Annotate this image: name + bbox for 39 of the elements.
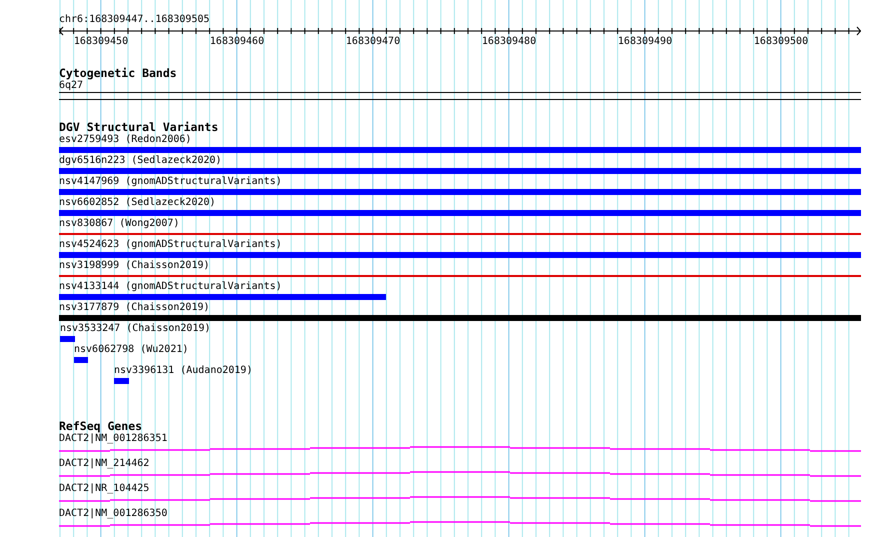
feature-line[interactable] — [59, 233, 861, 235]
track-title: DGV Structural Variants — [59, 121, 218, 134]
tick-label: 168309470 — [346, 36, 400, 48]
feature-label: nsv3396131 (Audano2019) — [114, 365, 252, 377]
band-label: 6q27 — [59, 80, 84, 92]
feature-label: dgv6516n223 (Sedlazeck2020) — [59, 155, 222, 167]
feature-bar[interactable] — [59, 147, 861, 153]
feature-label: nsv3198999 (Chaisson2019) — [59, 260, 210, 272]
feature-line[interactable] — [59, 275, 861, 277]
feature-label: nsv830867 (Wong2007) — [59, 218, 180, 230]
feature-label: nsv4524623 (gnomADStructuralVariants) — [59, 239, 282, 251]
tick-label: 168309490 — [618, 36, 672, 48]
gene-label: DACT2|NM_001286350 — [59, 508, 168, 520]
feature-bar[interactable] — [114, 378, 129, 384]
tick-label: 168309500 — [754, 36, 808, 48]
tick-label: 168309480 — [482, 36, 536, 48]
feature-label: nsv3177879 (Chaisson2019) — [59, 302, 210, 314]
gene-label: DACT2|NM_001286351 — [59, 433, 168, 445]
feature-bar[interactable] — [59, 210, 861, 216]
track-title: Cytogenetic Bands — [59, 67, 177, 80]
feature-label: nsv4147969 (gnomADStructuralVariants) — [59, 176, 282, 188]
feature-label: nsv6602852 (Sedlazeck2020) — [59, 197, 216, 209]
feature-label: nsv6062798 (Wu2021) — [74, 344, 188, 356]
feature-bar[interactable] — [59, 189, 861, 195]
feature-bar[interactable] — [59, 315, 861, 321]
feature-bar[interactable] — [74, 357, 88, 363]
location-label: chr6:168309447..168309505 — [59, 14, 210, 26]
feature-bar[interactable] — [59, 168, 861, 174]
feature-bar[interactable] — [59, 294, 386, 300]
tick-label: 168309460 — [210, 36, 264, 48]
track-title: RefSeq Genes — [59, 420, 142, 433]
gene-label: DACT2|NR_104425 — [59, 483, 150, 495]
feature-label: esv2759493 (Redon2006) — [59, 134, 192, 146]
feature-label: nsv3533247 (Chaisson2019) — [60, 323, 211, 335]
feature-bar[interactable] — [59, 252, 861, 258]
gene-label: DACT2|NM_214462 — [59, 458, 150, 470]
tick-label: 168309450 — [74, 36, 128, 48]
feature-label: nsv4133144 (gnomADStructuralVariants) — [59, 281, 282, 293]
feature-bar[interactable] — [60, 336, 75, 342]
